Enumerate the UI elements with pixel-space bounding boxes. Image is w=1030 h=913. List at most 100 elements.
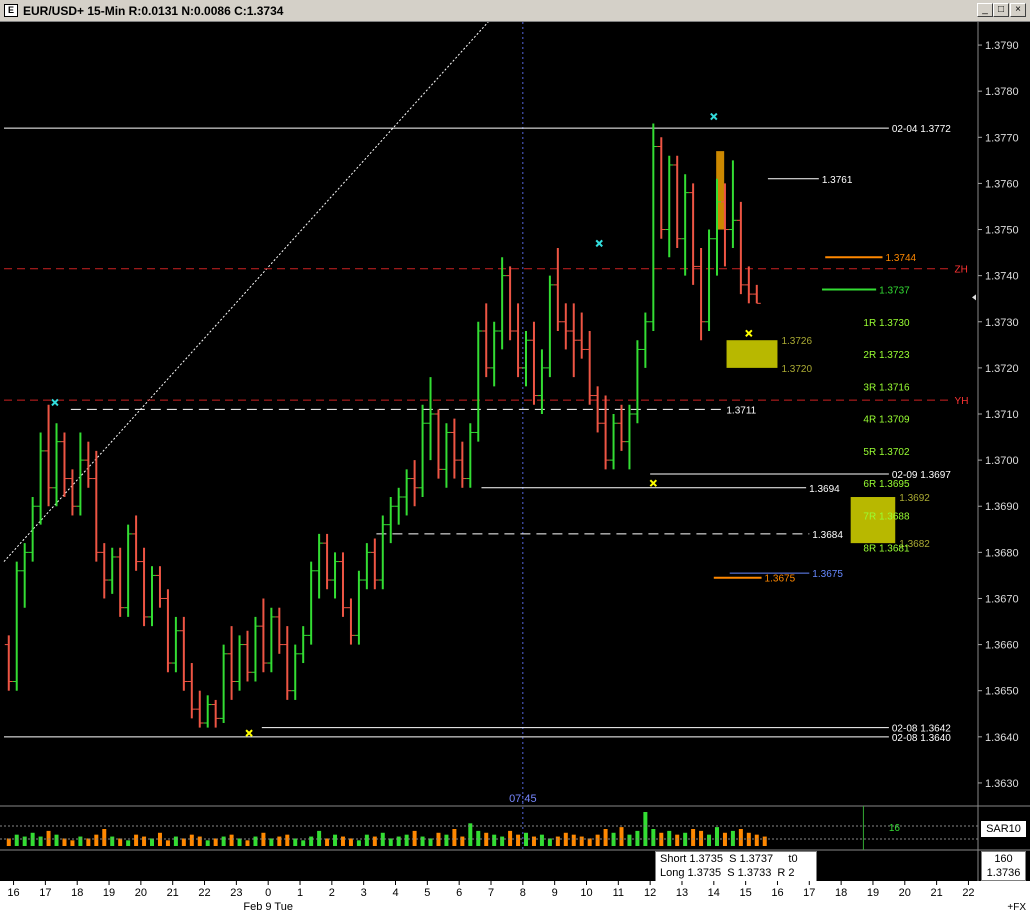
- volume-bar: [70, 840, 75, 846]
- volume-bar: [229, 834, 234, 846]
- volume-bar: [277, 836, 282, 846]
- volume-bar: [444, 834, 449, 846]
- volume-bar: [675, 834, 680, 846]
- volume-bar: [738, 829, 743, 846]
- volume-bar: [86, 838, 91, 846]
- price-tick-label: 1.3720: [985, 363, 1019, 375]
- volume-bar: [699, 830, 704, 846]
- time-tick-label: 18: [835, 887, 847, 899]
- volume-bar: [603, 829, 608, 846]
- volume-bar: [404, 834, 409, 846]
- fx-label: +FX: [1007, 902, 1026, 913]
- volume-bar: [388, 838, 393, 846]
- price-tick-label: 1.3760: [985, 178, 1019, 190]
- tick-counter: 160: [994, 853, 1013, 865]
- time-tick-label: 21: [167, 887, 179, 899]
- maximize-button[interactable]: □: [993, 3, 1009, 17]
- volume-bar: [94, 834, 99, 846]
- price-chart[interactable]: 07:45 02-04 1.3772ZHYH1.371102-09 1.3697…: [0, 22, 1030, 913]
- volume-bar: [516, 834, 521, 846]
- price-tick-label: 1.3690: [985, 501, 1019, 513]
- volume-bar: [643, 812, 648, 846]
- volume-bar: [134, 834, 139, 846]
- price-tick-label: 1.3790: [985, 40, 1019, 52]
- r-level-label: 4R 1.3709: [863, 415, 910, 426]
- price-tick-label: 1.3640: [985, 732, 1019, 744]
- time-tick-label: 1: [297, 887, 303, 899]
- volume-bar: [707, 834, 712, 846]
- level-label: 1.3761: [822, 175, 853, 186]
- time-tick-label: 19: [103, 887, 115, 899]
- time-tick-label: 20: [135, 887, 147, 899]
- time-tick-label: 22: [962, 887, 974, 899]
- level-label: YH: [955, 396, 969, 407]
- close-button[interactable]: ×: [1010, 3, 1026, 17]
- volume-bar: [126, 840, 131, 846]
- volume-bar: [173, 836, 178, 846]
- position-status-box: Short 1.3735 S 1.3737 t0 Long 1.3735 S 1…: [655, 851, 817, 882]
- window-title: EUR/USD+ 15-Min R:0.0131 N:0.0086 C:1.37…: [23, 4, 284, 18]
- volume-bar: [539, 834, 544, 846]
- r-level-label: 3R 1.3716: [863, 382, 910, 393]
- time-tick-label: 3: [361, 887, 367, 899]
- volume-bar: [730, 830, 735, 846]
- volume-bar: [714, 827, 719, 846]
- volume-bar: [14, 834, 19, 846]
- volume-bar: [245, 840, 250, 846]
- volume-bar: [150, 838, 155, 846]
- sar-indicator-label: SAR10: [981, 821, 1026, 837]
- volume-bar: [197, 836, 202, 846]
- volume-bar: [78, 836, 83, 846]
- time-tick-label: 6: [456, 887, 462, 899]
- volume-bar: [46, 830, 51, 846]
- time-tick-label: 2: [329, 887, 335, 899]
- current-price-box: 160 1.3736: [981, 851, 1026, 881]
- price-tick-label: 1.3750: [985, 225, 1019, 237]
- time-tick-label: 8: [520, 887, 526, 899]
- volume-bar: [356, 840, 361, 846]
- volume-bar: [110, 836, 115, 846]
- volume-bar: [102, 829, 107, 846]
- session-marker-label: 07:45: [509, 793, 537, 805]
- volume-bar: [333, 834, 338, 846]
- volume-bar: [508, 830, 513, 846]
- volume-bar: [213, 838, 218, 846]
- short-position-line: Short 1.3735 S 1.3737 t0: [660, 853, 798, 865]
- price-tick-label: 1.3700: [985, 455, 1019, 467]
- minimize-button[interactable]: _: [977, 3, 993, 17]
- level-label: 02-08 1.3640: [892, 733, 951, 744]
- volume-bar: [253, 836, 258, 846]
- chart-background: [0, 22, 1030, 913]
- volume-bar: [627, 834, 632, 846]
- volume-bar: [412, 830, 417, 846]
- zone-box: [726, 340, 778, 368]
- r-level-label: 2R 1.3723: [863, 350, 910, 361]
- volume-bar: [460, 836, 465, 846]
- time-axis: 16 17 18 19 20 21 22 23 0 1 2 3 4 5 6 7 8 9 10 11 12 13 14 15 16…: [0, 881, 1030, 913]
- r-level-label: 1R 1.3730: [863, 318, 910, 329]
- window-titlebar: E EUR/USD+ 15-Min R:0.0131 N:0.0086 C:1.…: [0, 0, 1030, 22]
- level-label: 1.3684: [812, 530, 843, 541]
- volume-bar: [452, 829, 457, 846]
- volume-bar: [500, 836, 505, 846]
- date-label: Feb 9 Tue: [243, 901, 293, 913]
- time-tick-label: 19: [867, 887, 879, 899]
- level-label: 1.3675: [765, 574, 796, 585]
- volume-bar: [635, 830, 640, 846]
- volume-bar: [587, 838, 592, 846]
- current-price: 1.3736: [986, 867, 1021, 879]
- chart-window-icon[interactable]: E: [4, 4, 18, 17]
- price-tick-label: 1.3660: [985, 640, 1019, 652]
- time-tick-label: 15: [740, 887, 752, 899]
- level-label: ZH: [955, 265, 968, 276]
- volume-bar: [754, 834, 759, 846]
- volume-bar: [38, 836, 43, 846]
- volume-bar: [340, 836, 345, 846]
- time-tick-label: 7: [488, 887, 494, 899]
- level-label: 1.3711: [726, 405, 756, 416]
- price-tick-label: 1.3680: [985, 547, 1019, 559]
- time-tick-label: 18: [71, 887, 83, 899]
- level-label: 02-04 1.3772: [892, 124, 951, 135]
- volume-bar: [309, 836, 314, 846]
- r-level-label: 7R 1.3688: [863, 511, 910, 522]
